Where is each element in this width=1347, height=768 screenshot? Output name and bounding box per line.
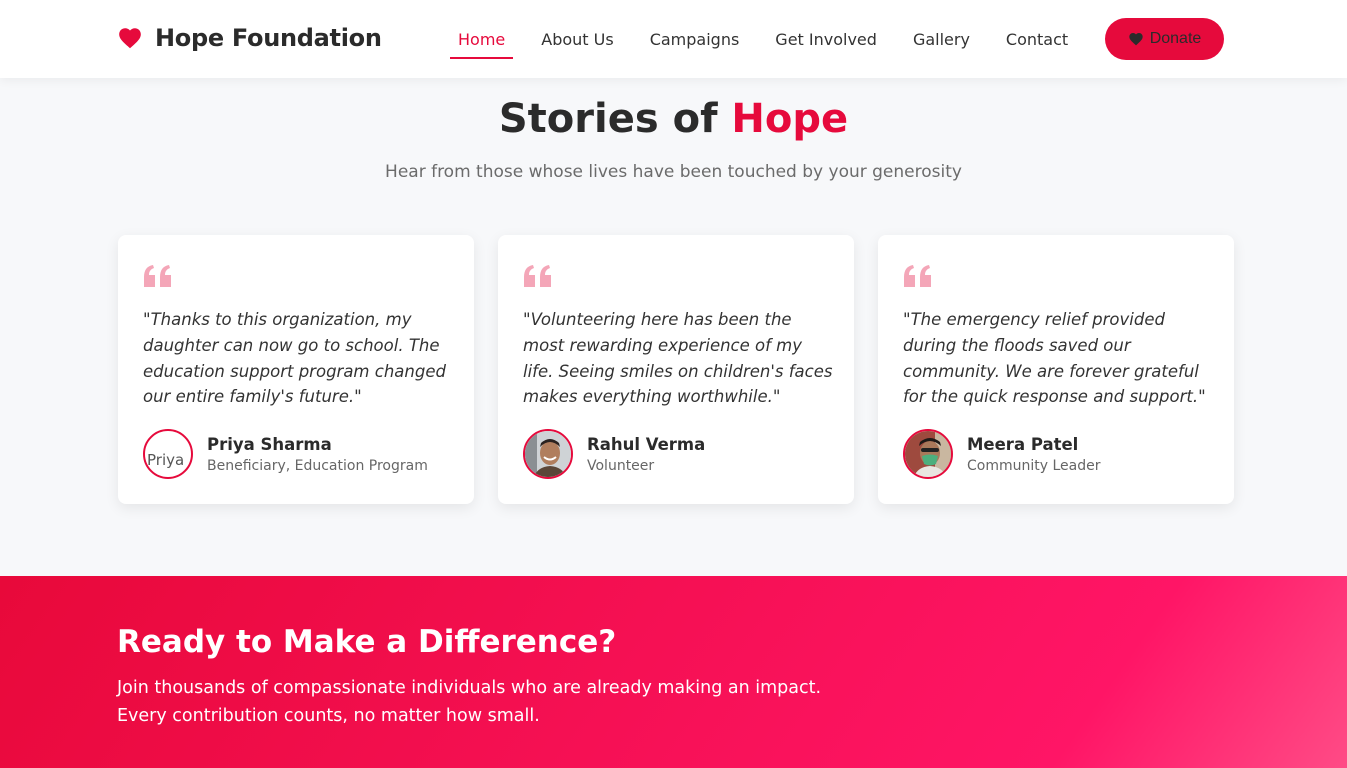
donate-button[interactable]: Donate [1105,18,1224,60]
cta-section: Ready to Make a Difference? Join thousan… [0,576,1347,768]
person-name: Priya Sharma [207,434,332,454]
cta-text: Join thousands of compassionate individu… [117,674,877,730]
title-accent: Hope [731,96,849,142]
person-photo [525,431,571,477]
quote-text: "Volunteering here has been the most rew… [523,310,833,407]
avatar-alt-text: Priya [147,451,185,469]
title-main: Stories of [498,96,718,142]
nav-get-involved[interactable]: Get Involved [767,0,885,78]
quote-icon [904,265,931,287]
testimonial-card: "The emergency relief provided during th… [878,235,1234,504]
testimonial-card: "Thanks to this organization, my daughte… [118,235,474,504]
avatar: Priya [143,429,193,479]
person-name: Rahul Verma [587,434,706,454]
person-name: Meera Patel [967,434,1079,454]
person-photo [905,431,951,477]
cta-text-line2: Every contribution counts, no matter how… [117,706,540,726]
person-role: Beneficiary, Education Program [207,457,428,474]
main-menu: Home About Us Campaigns Get Involved Gal… [450,0,1096,78]
heart-icon [119,28,141,49]
heart-icon [1129,33,1143,46]
nav-campaigns[interactable]: Campaigns [642,0,748,78]
person-info: Priya Priya Sharma Beneficiary, Educatio… [143,429,428,479]
person-role: Community Leader [967,457,1101,474]
testimonial-card: "Volunteering here has been the most rew… [498,235,854,504]
nav-about-us[interactable]: About Us [533,0,621,78]
cta-text-line1: Join thousands of compassionate individu… [117,678,822,698]
cta-title: Ready to Make a Difference? [117,624,617,660]
brand-name: Hope Foundation [155,24,382,52]
section-title: Stories of Hope [0,96,1347,142]
person-info: Rahul Verma Volunteer [523,429,705,479]
person-role: Volunteer [587,457,655,474]
quote-text: "The emergency relief provided during th… [903,310,1206,407]
nav-home[interactable]: Home [450,0,514,78]
nav-gallery[interactable]: Gallery [905,0,978,78]
donate-label: Donate [1149,30,1202,47]
quote-icon [524,265,551,287]
person-info: Meera Patel Community Leader [903,429,1100,479]
quote-text: "Thanks to this organization, my daughte… [143,310,446,407]
site-header: Hope Foundation Home About Us Campaigns … [0,0,1347,78]
quote-icon [144,265,171,287]
avatar [523,429,573,479]
brand-logo[interactable]: Hope Foundation [117,24,382,52]
avatar [903,429,953,479]
nav-contact[interactable]: Contact [998,0,1076,78]
section-subtitle: Hear from those whose lives have been to… [385,162,962,182]
